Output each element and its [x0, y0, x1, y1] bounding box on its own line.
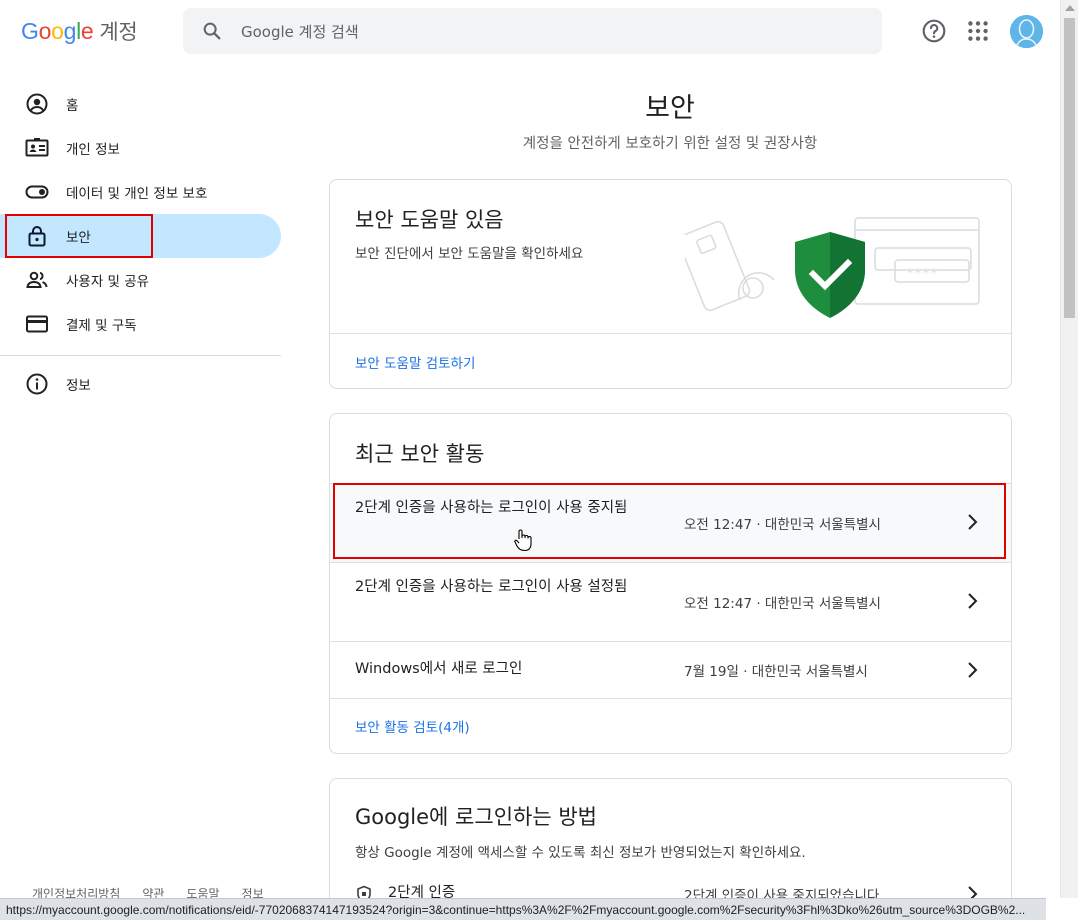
- product-name: 계정: [99, 20, 138, 44]
- card-title: 보안 도움말 있음: [355, 208, 504, 232]
- activity-row[interactable]: 2단계 인증을 사용하는 로그인이 사용 설정됨 오전 12:47 · 대한민국…: [330, 563, 1011, 641]
- signin-methods-card: Google에 로그인하는 방법 항상 Google 계정에 액세스할 수 있도…: [329, 778, 1012, 918]
- activity-row[interactable]: Windows에서 새로 로그인 7월 19일 · 대한민국 서울특별시: [330, 642, 1011, 698]
- search-icon: [203, 22, 221, 40]
- highlight-box: [5, 214, 153, 258]
- sidebar-item-people-sharing[interactable]: 사용자 및 공유: [0, 258, 281, 302]
- apps-grid-icon[interactable]: [965, 18, 991, 44]
- activity-text: 2단계 인증을 사용하는 로그인이 사용 설정됨: [355, 579, 628, 595]
- sidebar-item-payments[interactable]: 결제 및 구독: [0, 302, 281, 346]
- sidebar-item-data-privacy[interactable]: 데이터 및 개인 정보 보호: [0, 170, 281, 214]
- google-wordmark: Google: [21, 18, 94, 44]
- avatar[interactable]: [1010, 15, 1043, 48]
- top-bar: Google 계정 Google 계정 검색: [0, 0, 1060, 64]
- card-title: 최근 보안 활동: [355, 442, 485, 466]
- card-title: Google에 로그인하는 방법: [355, 805, 597, 829]
- svg-text:****: ****: [907, 266, 939, 280]
- people-icon: [26, 271, 48, 288]
- google-account-logo[interactable]: Google 계정: [21, 16, 138, 46]
- row-divider: [330, 698, 1011, 699]
- page-subtitle: 계정을 안전하게 보호하기 위한 설정 및 권장사항: [522, 136, 818, 152]
- security-illustration: ****: [685, 217, 980, 318]
- sidebar-item-label: 데이터 및 개인 정보 보호: [66, 186, 208, 202]
- credit-card-icon: [26, 315, 48, 333]
- recent-activity-card: 최근 보안 활동 2단계 인증을 사용하는 로그인이 사용 중지됨 오전 12:…: [329, 413, 1012, 754]
- security-help-card: 보안 도움말 있음 보안 진단에서 보안 도움말을 확인하세요 **** 보안 …: [329, 179, 1012, 389]
- sidebar-item-label: 정보: [66, 378, 91, 394]
- toggle-icon: [25, 185, 49, 199]
- activity-meta: 오전 12:47 · 대한민국 서울특별시: [684, 596, 881, 612]
- highlight-box: [333, 483, 1006, 559]
- card-description: 보안 진단에서 보안 도움말을 확인하세요: [355, 246, 584, 262]
- chevron-right-icon: [968, 593, 978, 609]
- activity-meta: 7월 19일 · 대한민국 서울특별시: [684, 664, 868, 680]
- browser-status-url: https://myaccount.google.com/notificatio…: [0, 898, 1046, 920]
- vertical-scrollbar[interactable]: [1060, 0, 1078, 898]
- page-title: 보안: [645, 93, 695, 124]
- review-security-activity-link[interactable]: 보안 활동 검토(4개): [355, 716, 470, 736]
- avatar-image: [1010, 15, 1043, 48]
- sidebar-divider: [0, 355, 281, 356]
- card-description: 항상 Google 계정에 액세스할 수 있도록 최신 정보가 반영되었는지 확…: [355, 845, 806, 861]
- sidebar-item-label: 결제 및 구독: [66, 318, 137, 334]
- card-divider: [330, 333, 1011, 334]
- activity-text: Windows에서 새로 로그인: [355, 661, 523, 677]
- scroll-up-arrow-icon[interactable]: [1065, 5, 1075, 11]
- help-icon[interactable]: [921, 18, 947, 44]
- search-box[interactable]: Google 계정 검색: [183, 8, 882, 54]
- sidebar-item-about[interactable]: 정보: [0, 362, 281, 406]
- scrollbar-thumb[interactable]: [1064, 18, 1075, 318]
- review-security-tips-link[interactable]: 보안 도움말 검토하기: [355, 352, 475, 372]
- search-input[interactable]: Google 계정 검색: [241, 21, 359, 42]
- info-icon: [26, 373, 48, 395]
- chevron-right-icon: [968, 662, 978, 678]
- sidebar-item-label: 사용자 및 공유: [66, 274, 150, 290]
